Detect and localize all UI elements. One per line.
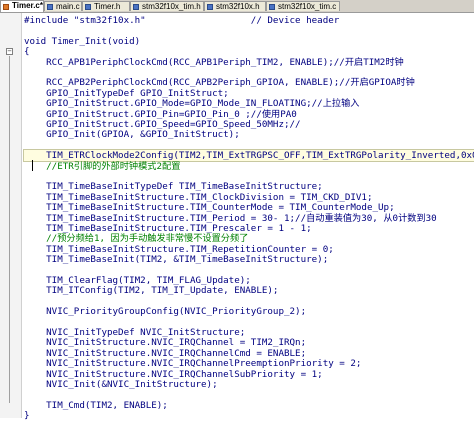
code-line[interactable]: RCC_APB2PeriphClockCmd(RCC_APB2Periph_GP… bbox=[24, 77, 415, 88]
code-line[interactable]: NVIC_Init(&NVIC_InitStructure); bbox=[24, 379, 217, 390]
file-icon bbox=[269, 4, 275, 10]
editor-tab-bar: Timer.c* main.c Timer.h stm32f10x_tim.h stm3… bbox=[0, 0, 474, 13]
code-line[interactable]: NVIC_InitStructure.NVIC_IRQChannelPreemp… bbox=[24, 358, 361, 369]
tab-label: main.c bbox=[56, 2, 80, 11]
fold-guide-line bbox=[9, 56, 10, 403]
tab-label: Timer.c* bbox=[12, 1, 43, 10]
code-line[interactable]: TIM_TimeBaseInitStructure.TIM_CounterMod… bbox=[24, 202, 394, 213]
code-line[interactable]: void Timer_Init(void) bbox=[24, 36, 140, 47]
code-line[interactable]: { bbox=[24, 46, 30, 57]
file-icon bbox=[3, 4, 9, 10]
tab-main-c[interactable]: main.c bbox=[44, 1, 82, 11]
code-line[interactable]: } bbox=[24, 410, 30, 421]
tab-label: stm32f10x_tim.c bbox=[278, 2, 337, 11]
code-line[interactable]: #include "stm32f10x.h" // Device header bbox=[24, 15, 339, 26]
code-line[interactable]: TIM_Cmd(TIM2, ENABLE); bbox=[24, 400, 168, 411]
comment-line[interactable]: //ETR引脚的外部时钟模式2配置 bbox=[24, 161, 180, 172]
code-line[interactable]: TIM_ClearFlag(TIM2, TIM_FLAG_Update); bbox=[24, 275, 251, 286]
code-line[interactable]: GPIO_InitStruct.GPIO_Mode=GPIO_Mode_IN_F… bbox=[24, 98, 359, 109]
tab-label: stm32f10x.h bbox=[216, 2, 260, 11]
tab-stm32f10x-tim-c[interactable]: stm32f10x_tim.c bbox=[266, 1, 340, 11]
code-line[interactable]: NVIC_InitStructure.NVIC_IRQChannelSubPri… bbox=[24, 369, 323, 380]
tab-stm32f10x-tim-h[interactable]: stm32f10x_tim.h bbox=[130, 1, 204, 11]
tab-label: Timer.h bbox=[94, 2, 121, 11]
current-code-line[interactable]: TIM_ETRClockMode2Config(TIM2,TIM_ExtTRGP… bbox=[22, 149, 474, 163]
tab-timer-c[interactable]: Timer.c* bbox=[0, 0, 44, 12]
code-line[interactable]: GPIO_Init(GPIOA, &GPIO_InitStruct); bbox=[24, 129, 240, 140]
code-line[interactable]: TIM_TimeBaseInitStructure.TIM_Period = 3… bbox=[24, 213, 437, 224]
code-line[interactable]: TIM_TimeBaseInitTypeDef TIM_TimeBaseInit… bbox=[24, 181, 323, 192]
code-line[interactable]: TIM_TimeBaseInitStructure.TIM_ClockDivis… bbox=[24, 192, 372, 203]
code-line[interactable]: TIM_TimeBaseInitStructure.TIM_Repetition… bbox=[24, 244, 334, 255]
file-icon bbox=[85, 4, 91, 10]
code-line[interactable]: TIM_ITConfig(TIM2, TIM_IT_Update, ENABLE… bbox=[24, 285, 278, 296]
code-line[interactable]: NVIC_InitTypeDef NVIC_InitStructure; bbox=[24, 327, 245, 338]
tab-timer-h[interactable]: Timer.h bbox=[82, 1, 130, 11]
file-icon bbox=[133, 4, 139, 10]
code-line[interactable]: NVIC_PriorityGroupConfig(NVIC_PriorityGr… bbox=[24, 306, 306, 317]
code-line[interactable]: RCC_APB1PeriphClockCmd(RCC_APB1Periph_TI… bbox=[24, 57, 404, 68]
file-icon bbox=[47, 4, 53, 10]
code-line[interactable]: NVIC_InitStructure.NVIC_IRQChannel = TIM… bbox=[24, 337, 306, 348]
tab-label: stm32f10x_tim.h bbox=[142, 2, 201, 11]
fold-toggle-icon[interactable]: − bbox=[6, 48, 13, 55]
text-caret bbox=[32, 160, 33, 171]
tab-stm32f10x-h[interactable]: stm32f10x.h bbox=[204, 1, 266, 11]
file-icon bbox=[207, 4, 213, 10]
comment-line[interactable]: //预分频给1, 因为手动触发非常慢不设置分频了 bbox=[24, 233, 248, 244]
editor-gutter: − bbox=[0, 13, 22, 418]
code-line[interactable]: TIM_TimeBaseInit(TIM2, &TIM_TimeBaseInit… bbox=[24, 254, 328, 265]
code-line[interactable]: GPIO_InitStruct.GPIO_Pin=GPIO_Pin_0 ;//使… bbox=[24, 109, 297, 120]
code-editor[interactable]: − #include "stm32f10x.h" // Device heade… bbox=[0, 13, 474, 421]
code-line[interactable]: NVIC_InitStructure.NVIC_IRQChannelCmd = … bbox=[24, 348, 306, 359]
code-line[interactable]: GPIO_InitStruct.GPIO_Speed=GPIO_Speed_50… bbox=[24, 119, 300, 130]
